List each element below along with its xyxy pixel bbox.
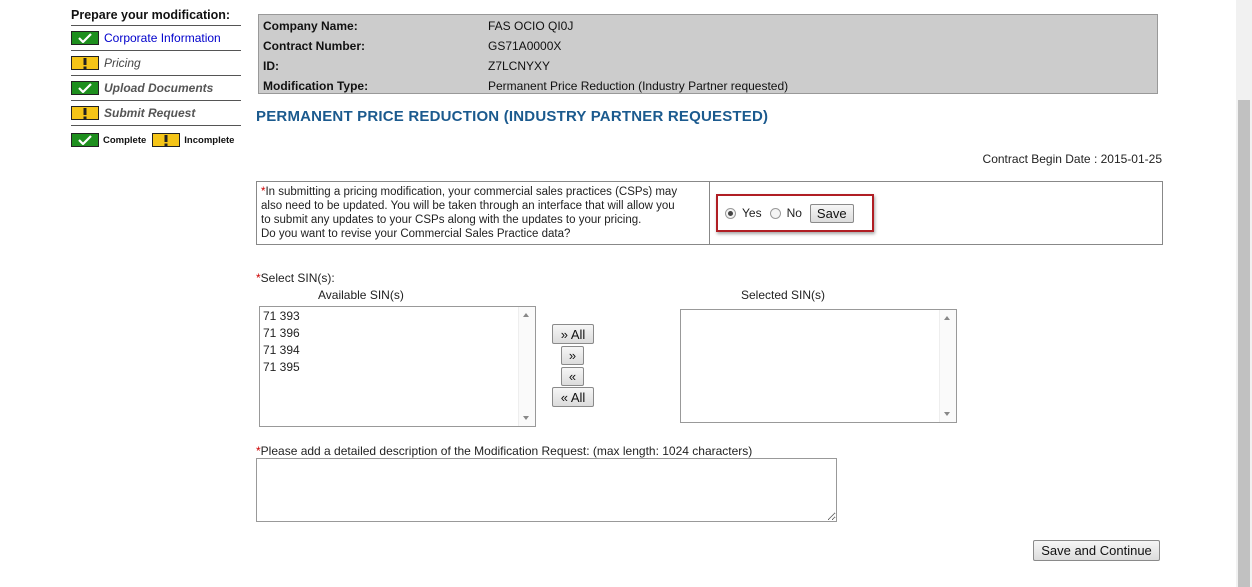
- checkmark-icon: [71, 133, 99, 147]
- scrollbar-thumb[interactable]: [1238, 100, 1250, 587]
- status-legend: Complete Incomplete: [71, 128, 241, 152]
- description-label: *Please add a detailed description of th…: [256, 444, 752, 458]
- remove-all-button[interactable]: « All: [552, 387, 594, 407]
- csp-text-line: In submitting a pricing modification, yo…: [265, 186, 678, 198]
- checkmark-icon: [71, 31, 99, 45]
- id-value: Z7LCNYXY: [488, 59, 551, 73]
- sidebar-item-submit-request[interactable]: Submit Request: [71, 101, 241, 126]
- selected-sins-list[interactable]: [680, 309, 957, 423]
- page-title: PERMANENT PRICE REDUCTION (INDUSTRY PART…: [256, 108, 769, 125]
- save-and-continue-button[interactable]: Save and Continue: [1033, 540, 1160, 561]
- page-scrollbar[interactable]: [1236, 0, 1252, 587]
- no-radio[interactable]: [769, 207, 781, 219]
- add-button[interactable]: »: [561, 346, 584, 365]
- remove-button[interactable]: «: [561, 367, 584, 386]
- select-sin-label: *Select SIN(s):: [256, 271, 335, 285]
- list-item[interactable]: 71 396: [263, 325, 532, 342]
- list-item[interactable]: 71 394: [263, 342, 532, 359]
- select-sin-text: Select SIN(s):: [260, 271, 335, 285]
- contract-info-box: Company Name: FAS OCIO QI0J Contract Num…: [258, 14, 1158, 94]
- company-name-label: Company Name:: [263, 19, 358, 33]
- sidebar-item-label[interactable]: Submit Request: [104, 106, 195, 120]
- scroll-down-icon[interactable]: [523, 416, 529, 420]
- scroll-up-icon[interactable]: [523, 313, 529, 317]
- warning-icon: [152, 133, 181, 147]
- scroll-up-icon[interactable]: [944, 316, 950, 320]
- modification-type-row: Modification Type: Permanent Price Reduc…: [263, 76, 1153, 96]
- sidebar-item-pricing[interactable]: Pricing: [71, 51, 241, 76]
- yes-label[interactable]: Yes: [742, 206, 762, 220]
- csp-answer-group: Yes No Save: [716, 194, 874, 232]
- csp-text-line: to submit any updates to your CSPs along…: [261, 214, 642, 226]
- available-sins-list[interactable]: 71 393 71 396 71 394 71 395: [259, 306, 536, 427]
- selected-sins-title: Selected SIN(s): [741, 288, 826, 302]
- sidebar-title: Prepare your modification:: [71, 8, 241, 26]
- yes-radio[interactable]: [725, 207, 736, 219]
- warning-icon: [71, 106, 99, 120]
- company-row: Company Name: FAS OCIO QI0J: [263, 16, 1153, 36]
- csp-save-button[interactable]: Save: [809, 203, 854, 223]
- id-label: ID:: [263, 59, 279, 73]
- sidebar-item-upload-documents[interactable]: Upload Documents: [71, 76, 241, 101]
- list-scrollbar[interactable]: [518, 307, 535, 426]
- sidebar-item-corporate-information[interactable]: Corporate Information: [71, 26, 241, 51]
- sidebar-item-label[interactable]: Upload Documents: [104, 81, 213, 95]
- available-sins-title: Available SIN(s): [318, 288, 404, 302]
- company-name-value: FAS OCIO QI0J: [488, 19, 574, 33]
- modification-type-value: Permanent Price Reduction (Industry Part…: [488, 79, 789, 93]
- csp-question: Do you want to revise your Commercial Sa…: [261, 228, 571, 240]
- sidebar-item-label[interactable]: Corporate Information: [104, 31, 221, 45]
- sidebar-item-label[interactable]: Pricing: [104, 56, 141, 70]
- contract-number-label: Contract Number:: [263, 39, 366, 53]
- csp-question-text: *In submitting a pricing modification, y…: [257, 182, 710, 244]
- add-all-button[interactable]: » All: [552, 324, 594, 344]
- list-scrollbar[interactable]: [939, 310, 956, 422]
- description-label-text: Please add a detailed description of the…: [260, 444, 753, 458]
- warning-icon: [71, 56, 99, 70]
- csp-question-table: *In submitting a pricing modification, y…: [256, 181, 1163, 245]
- no-label[interactable]: No: [787, 206, 802, 220]
- legend-incomplete-label: Incomplete: [184, 134, 235, 146]
- csp-text-line: also need to be updated. You will be tak…: [261, 200, 675, 212]
- scroll-down-icon[interactable]: [944, 412, 950, 416]
- contract-begin-date: Contract Begin Date : 2015-01-25: [982, 152, 1162, 166]
- modification-steps-sidebar: Prepare your modification: Corporate Inf…: [71, 8, 241, 152]
- list-item[interactable]: 71 395: [263, 359, 532, 376]
- modification-type-label: Modification Type:: [263, 79, 369, 93]
- id-row: ID: Z7LCNYXY: [263, 56, 1153, 76]
- checkmark-icon: [71, 81, 99, 95]
- contract-number-value: GS71A0000X: [488, 39, 562, 53]
- contract-row: Contract Number: GS71A0000X: [263, 36, 1153, 56]
- list-item[interactable]: 71 393: [263, 308, 532, 325]
- legend-complete-label: Complete: [103, 134, 147, 146]
- description-textarea[interactable]: [256, 458, 837, 522]
